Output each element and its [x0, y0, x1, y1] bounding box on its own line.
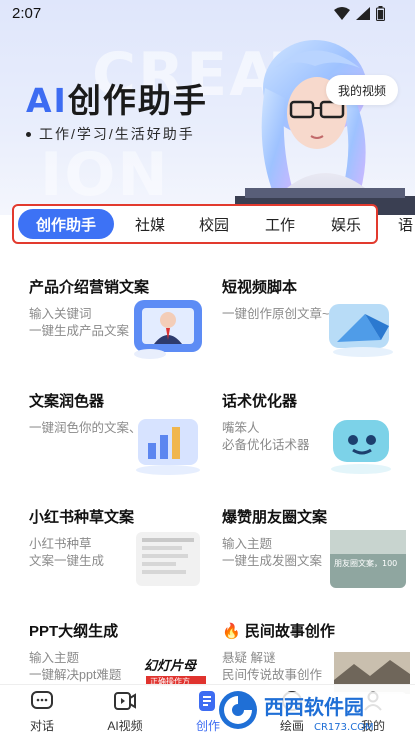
video-script-illustration [329, 304, 393, 357]
page-title: AI创作助手 [26, 74, 208, 122]
watermark-url: CR173.COM [314, 722, 374, 733]
moments-illustration: 朋友圈文案，100 [330, 530, 406, 588]
card-title: PPT大纲生成 [29, 623, 119, 640]
card-desc-line: 一键生成发圈文案 [222, 554, 323, 568]
status-icons [334, 6, 385, 21]
card-description: 悬疑 解谜 民间传说故事创作 [222, 650, 322, 684]
chat-bot-illustration [331, 420, 391, 474]
card-description: 输入关键词 一键生成产品文案 [29, 306, 129, 340]
card-description: 输入主题 一键生成发圈文案 [222, 536, 322, 570]
app-screen: CREAT ION 2:07 AI创作助手 工作/学习/生活好助手 我的视频 创… [0, 0, 415, 738]
nav-ai-video[interactable]: AI视频 [95, 689, 155, 737]
battery-icon [376, 6, 385, 21]
card-desc-line: 嘴笨人 [222, 421, 260, 435]
create-icon [199, 691, 215, 711]
card-description: 输入主题 一键解决ppt难题 [29, 650, 121, 684]
nav-label: 对话 [29, 719, 54, 733]
tab-social-media[interactable]: 社媒 [119, 209, 181, 239]
wifi-icon [334, 7, 350, 20]
site-watermark: 西西软件园 CR173.COM [219, 691, 406, 733]
tab-campus[interactable]: 校园 [181, 209, 247, 239]
card-title-text: 民间故事创作 [244, 623, 335, 640]
card-title: 文案润色器 [29, 393, 105, 410]
tab-list: 创作助手 社媒 校园 工作 娱乐 [18, 209, 379, 239]
tab-work[interactable]: 工作 [247, 209, 313, 239]
chat-icon [31, 691, 53, 709]
status-bar: 2:07 [0, 0, 415, 28]
card-desc-line: 一键解决ppt难题 [29, 668, 122, 682]
tab-creation-assistant[interactable]: 创作助手 [18, 209, 114, 239]
signal-icon [356, 7, 370, 20]
watermark-brand: 西西软件园 [264, 695, 364, 719]
card-title: 🔥 民间故事创作 [222, 620, 335, 641]
tab-language-partial[interactable]: 语 [398, 214, 415, 235]
card-desc-line: 一键创作原创文章~ [222, 307, 330, 321]
card-desc-line: 一键生成产品文案 [29, 324, 130, 338]
title-rest: 创作助手 [67, 81, 208, 120]
card-desc-line: 输入关键词 [29, 307, 92, 321]
card-title: 爆赞朋友圈文案 [222, 509, 328, 526]
card-desc-line: 输入主题 [29, 651, 80, 665]
presenter-illustration [134, 300, 202, 359]
notes-illustration [136, 532, 200, 586]
chart-illustration [136, 419, 200, 475]
card-title: 话术优化器 [222, 393, 298, 410]
tab-entertainment[interactable]: 娱乐 [313, 209, 379, 239]
video-icon [114, 692, 136, 710]
card-desc-line: 小红书种草 [29, 537, 92, 551]
subtitle-text: 工作/学习/生活好助手 [39, 126, 195, 142]
nav-label: AI视频 [107, 719, 143, 733]
fire-icon: 🔥 [222, 623, 241, 640]
ppt-illustration-title: 幻灯片母 [144, 658, 198, 674]
card-title: 小红书种草文案 [29, 509, 135, 526]
card-desc-line: 必备优化话术器 [222, 438, 310, 452]
my-video-button[interactable]: 我的视频 [326, 75, 398, 105]
background-word-2: ION [40, 140, 170, 210]
title-ai: AI [26, 81, 68, 120]
card-desc-line: 文案一键生成 [29, 554, 105, 568]
card-desc-line: 民间传说故事创作 [222, 668, 323, 682]
card-desc-line: 输入主题 [222, 537, 273, 551]
status-time: 2:07 [12, 5, 42, 22]
card-description: 一键创作原创文章~ [222, 306, 329, 323]
card-description: 嘴笨人 必备优化话术器 [222, 420, 310, 454]
category-tabs: 创作助手 社媒 校园 工作 娱乐 [12, 204, 378, 244]
card-title: 产品介绍营销文案 [29, 279, 150, 296]
ai-avatar-illustration [235, 40, 415, 215]
nav-chat[interactable]: 对话 [12, 689, 72, 737]
bullet-dot [26, 131, 31, 137]
nav-label: 创作 [195, 719, 220, 733]
moments-illustration-text: 朋友圈文案，100 [334, 558, 397, 568]
card-description: 小红书种草 文案一键生成 [29, 536, 104, 570]
page-subtitle: 工作/学习/生活好助手 [26, 124, 195, 144]
card-desc-line: 悬疑 解谜 [222, 651, 276, 665]
card-title: 短视频脚本 [222, 279, 298, 296]
header-banner: CREAT ION 2:07 AI创作助手 工作/学习/生活好助手 我的视频 [0, 0, 415, 215]
